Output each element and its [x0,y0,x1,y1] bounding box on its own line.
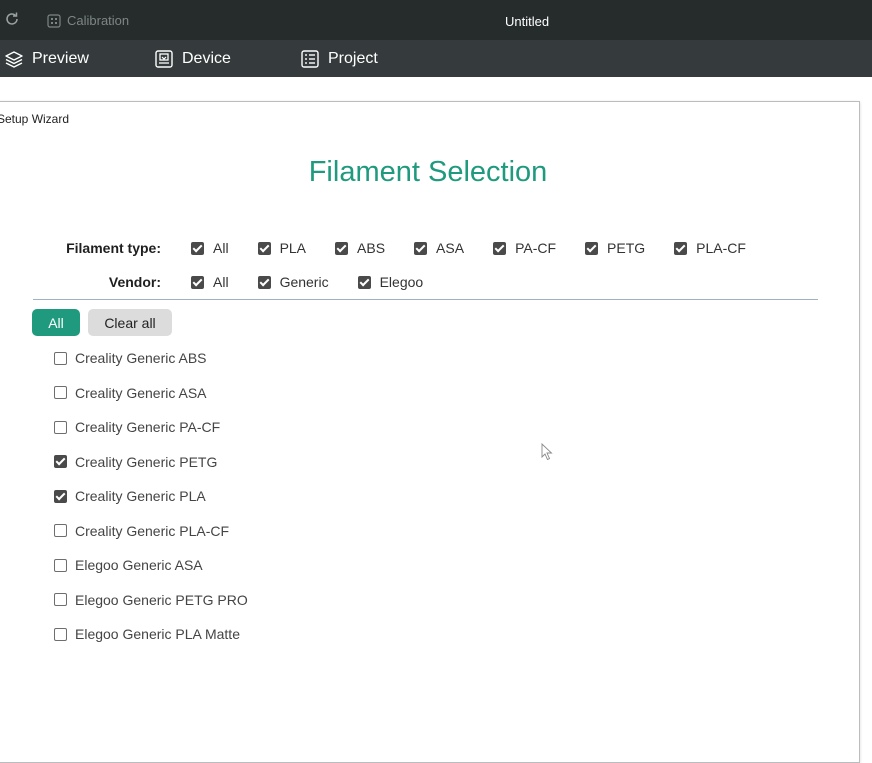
filament-item[interactable]: Creality Generic ABS [54,350,248,386]
checkbox-unchecked-icon[interactable] [54,351,67,365]
filter-type-pa-cf[interactable]: PA-CF [493,240,556,256]
filter-type-asa[interactable]: ASA [414,240,464,256]
nav-project-label: Project [328,49,378,67]
filament-item-label: Elegoo Generic ASA [75,557,203,574]
checkbox-checked-icon[interactable] [54,489,67,503]
nav-device-tab[interactable]: Device [154,40,231,77]
checkbox-checked-icon[interactable] [335,241,349,255]
filter-type-pa-cf-label: PA-CF [515,240,557,256]
filter-type-petg-label: PETG [607,240,646,256]
filament-item[interactable]: Creality Generic PA-CF [54,419,248,455]
select-all-button[interactable]: All [32,309,80,336]
title-bar: Calibration Untitled [0,0,872,40]
filter-type-pla[interactable]: PLA [257,240,307,256]
checkbox-checked-icon[interactable] [191,241,204,255]
filter-type-abs[interactable]: ABS [335,240,385,256]
checkbox-checked-icon[interactable] [54,455,67,469]
filter-type-pla-cf[interactable]: PLA-CF [674,240,746,256]
filter-vendor-all[interactable]: All [191,274,229,290]
refresh-icon[interactable] [4,11,20,27]
checkbox-checked-icon[interactable] [257,275,271,289]
filter-vendor-generic[interactable]: Generic [257,274,329,290]
filament-type-filter: Filament type: All PLA ABS ASA PA-CF PET… [59,240,746,256]
filter-vendor-all-label: All [213,274,229,290]
vendor-filter: Vendor: All Generic Elegoo [59,274,423,290]
filament-item[interactable]: Creality Generic PLA [54,488,248,524]
checkbox-checked-icon[interactable] [585,241,599,255]
calibration-label: Calibration [67,13,130,28]
filter-type-petg[interactable]: PETG [585,240,645,256]
calibration-menu[interactable]: Calibration [47,13,129,28]
main-nav-bar: Preview Device Project [0,40,872,77]
checkbox-checked-icon[interactable] [257,241,271,255]
filament-item[interactable]: Creality Generic PETG [54,453,248,490]
checkbox-unchecked-icon[interactable] [54,386,67,400]
filter-vendor-generic-label: Generic [279,274,329,290]
filament-item-label: Elegoo Generic PETG PRO [75,591,248,608]
filter-vendor-elegoo[interactable]: Elegoo [357,274,424,290]
filament-item[interactable]: Creality Generic ASA [54,384,248,421]
filament-type-label: Filament type: [66,240,161,256]
layers-icon [5,50,23,68]
filament-item[interactable]: Elegoo Generic PLA Matte [54,626,248,662]
device-icon [155,49,173,68]
filter-type-all[interactable]: All [191,240,229,256]
filament-item-label: Creality Generic ABS [75,350,207,367]
filament-item-label: Creality Generic PA-CF [75,419,221,436]
filament-item-label: Creality Generic PLA [75,488,206,505]
filter-type-abs-label: ABS [357,240,386,256]
checkbox-unchecked-icon[interactable] [54,593,67,607]
checkbox-checked-icon[interactable] [191,275,204,289]
filament-item[interactable]: Creality Generic PLA-CF [54,522,248,559]
vendor-label: Vendor: [108,274,161,290]
checkbox-checked-icon[interactable] [493,241,507,255]
nav-project-tab[interactable]: Project [300,40,378,77]
calibration-icon [47,13,61,28]
checkbox-checked-icon[interactable] [357,275,371,289]
filter-vendor-elegoo-label: Elegoo [379,274,424,290]
checkbox-unchecked-icon[interactable] [54,420,67,434]
checkbox-checked-icon[interactable] [674,241,688,255]
nav-preview-tab[interactable]: Preview [4,40,89,77]
project-icon [301,49,319,68]
filament-item[interactable]: Elegoo Generic PETG PRO [54,591,248,628]
filament-item-label: Elegoo Generic PLA Matte [75,626,240,643]
filter-type-asa-label: ASA [436,240,465,256]
filament-item[interactable]: Elegoo Generic ASA [54,557,248,593]
filament-item-label: Creality Generic PLA-CF [75,522,230,539]
page-title: Filament Selection [308,156,548,188]
filter-type-pla-label: PLA [279,240,307,256]
filament-item-label: Creality Generic PETG [75,453,218,470]
filter-type-pla-cf-label: PLA-CF [696,240,746,256]
wizard-window-title: Setup Wizard [0,112,70,126]
nav-device-label: Device [182,49,231,67]
filament-item-label: Creality Generic ASA [75,384,207,401]
filament-list: Creality Generic ABS Creality Generic AS… [54,350,248,662]
checkbox-unchecked-icon[interactable] [54,558,67,572]
checkbox-unchecked-icon[interactable] [54,627,67,641]
filter-type-all-label: All [213,240,229,256]
setup-wizard-dialog: Setup Wizard Filament Selection Filament… [0,101,860,763]
document-title: Untitled [505,14,550,29]
checkbox-checked-icon[interactable] [414,241,428,255]
checkbox-unchecked-icon[interactable] [54,524,67,538]
mouse-cursor-icon [541,443,553,461]
clear-all-button[interactable]: Clear all [88,309,172,336]
nav-preview-label: Preview [32,49,89,67]
filter-divider [33,299,818,300]
